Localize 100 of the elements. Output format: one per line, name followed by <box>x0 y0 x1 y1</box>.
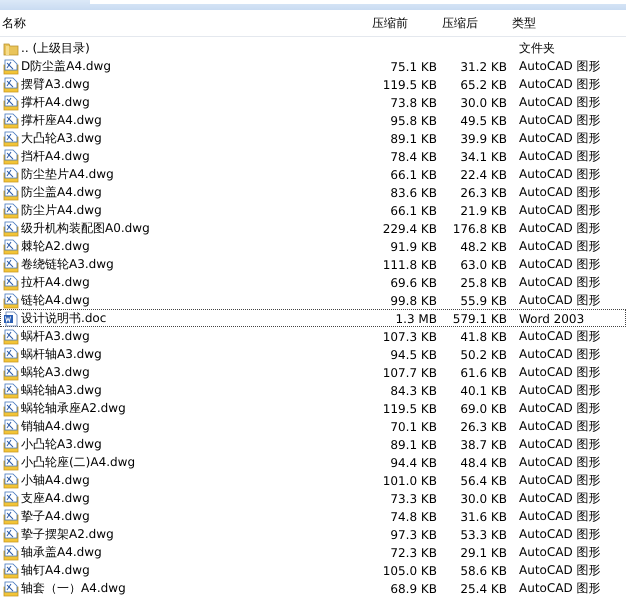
file-row[interactable]: 挚子A4.dwg 74.8 KB 31.6 KB AutoCAD 图形 <box>0 507 626 525</box>
file-row[interactable]: 小凸轮座(二)A4.dwg 94.4 KB 48.4 KB AutoCAD 图形 <box>0 453 626 471</box>
compressed-size: 26.3 KB <box>460 420 507 434</box>
drawing-file-icon <box>3 544 19 560</box>
drawing-file-icon <box>3 472 19 488</box>
original-size: 97.3 KB <box>390 528 437 542</box>
compressed-size: 30.0 KB <box>460 492 507 506</box>
file-type: AutoCAD 图形 <box>519 545 601 559</box>
compressed-size: 26.3 KB <box>460 186 507 200</box>
file-type: AutoCAD 图形 <box>519 581 601 595</box>
file-type: AutoCAD 图形 <box>519 437 601 451</box>
file-name: 小轴A4.dwg <box>21 472 90 489</box>
original-size: 1.3 MB <box>396 312 437 326</box>
file-name: 挡杆A4.dwg <box>21 148 90 165</box>
file-row[interactable]: 蜗轮轴A3.dwg 84.3 KB 40.1 KB AutoCAD 图形 <box>0 381 626 399</box>
file-name: 防尘盖A4.dwg <box>21 184 102 201</box>
file-row[interactable]: 蜗杆轴A3.dwg 94.5 KB 50.2 KB AutoCAD 图形 <box>0 345 626 363</box>
compressed-size: 579.1 KB <box>452 312 507 326</box>
compressed-size: 34.1 KB <box>460 150 507 164</box>
drawing-file-icon <box>3 130 19 146</box>
column-header[interactable]: 类型 <box>510 14 626 32</box>
original-size: 95.8 KB <box>390 114 437 128</box>
file-type: AutoCAD 图形 <box>519 239 601 253</box>
file-row[interactable]: 销轴A4.dwg 70.1 KB 26.3 KB AutoCAD 图形 <box>0 417 626 435</box>
file-type: AutoCAD 图形 <box>519 347 601 361</box>
file-type: AutoCAD 图形 <box>519 149 601 163</box>
file-type: AutoCAD 图形 <box>519 77 601 91</box>
compressed-size: 58.6 KB <box>460 564 507 578</box>
file-row[interactable]: 撑杆座A4.dwg 95.8 KB 49.5 KB AutoCAD 图形 <box>0 111 626 129</box>
file-row[interactable]: 拉杆A4.dwg 69.6 KB 25.8 KB AutoCAD 图形 <box>0 273 626 291</box>
file-row[interactable]: 撑杆A4.dwg 73.8 KB 30.0 KB AutoCAD 图形 <box>0 93 626 111</box>
original-size: 66.1 KB <box>390 168 437 182</box>
drawing-file-icon <box>3 382 19 398</box>
file-row[interactable]: 棘轮A2.dwg 91.9 KB 48.2 KB AutoCAD 图形 <box>0 237 626 255</box>
drawing-file-icon <box>3 94 19 110</box>
file-row[interactable]: 蜗轮A3.dwg 107.7 KB 61.6 KB AutoCAD 图形 <box>0 363 626 381</box>
file-type: AutoCAD 图形 <box>519 113 601 127</box>
column-header[interactable]: 压缩前 <box>370 14 440 32</box>
file-row[interactable]: 蜗杆A3.dwg 107.3 KB 41.8 KB AutoCAD 图形 <box>0 327 626 345</box>
file-type: Word 2003 <box>519 312 584 326</box>
drawing-file-icon <box>3 508 19 524</box>
file-row[interactable]: 挡杆A4.dwg 78.4 KB 34.1 KB AutoCAD 图形 <box>0 147 626 165</box>
file-type: AutoCAD 图形 <box>519 509 601 523</box>
original-size: 66.1 KB <box>390 204 437 218</box>
file-row[interactable]: 小轴A4.dwg 101.0 KB 56.4 KB AutoCAD 图形 <box>0 471 626 489</box>
file-type: AutoCAD 图形 <box>519 275 601 289</box>
file-row[interactable]: 大凸轮A3.dwg 89.1 KB 39.9 KB AutoCAD 图形 <box>0 129 626 147</box>
drawing-file-icon <box>3 328 19 344</box>
file-row[interactable]: 防尘片A4.dwg 66.1 KB 21.9 KB AutoCAD 图形 <box>0 201 626 219</box>
file-type: AutoCAD 图形 <box>519 131 601 145</box>
file-row[interactable]: 链轮A4.dwg 99.8 KB 55.9 KB AutoCAD 图形 <box>0 291 626 309</box>
document-icon <box>3 310 19 326</box>
drawing-file-icon <box>3 76 19 92</box>
drawing-file-icon <box>3 202 19 218</box>
file-row[interactable]: 轴承盖A4.dwg 72.3 KB 29.1 KB AutoCAD 图形 <box>0 543 626 561</box>
compressed-size: 176.8 KB <box>452 222 507 236</box>
compressed-size: 25.8 KB <box>460 276 507 290</box>
drawing-file-icon <box>3 292 19 308</box>
compressed-size: 48.2 KB <box>460 240 507 254</box>
file-row[interactable]: 摆臂A3.dwg 119.5 KB 65.2 KB AutoCAD 图形 <box>0 75 626 93</box>
file-type: AutoCAD 图形 <box>519 401 601 415</box>
file-name: 级升机构装配图A0.dwg <box>21 220 150 237</box>
file-row[interactable]: 轴套（一）A4.dwg 68.9 KB 25.4 KB AutoCAD 图形 <box>0 579 626 597</box>
file-row[interactable]: 防尘垫片A4.dwg 66.1 KB 22.4 KB AutoCAD 图形 <box>0 165 626 183</box>
drawing-file-icon <box>3 580 19 596</box>
original-size: 89.1 KB <box>390 132 437 146</box>
file-row[interactable]: 小凸轮A3.dwg 89.1 KB 38.7 KB AutoCAD 图形 <box>0 435 626 453</box>
file-row[interactable]: .. (上级目录) 文件夹 <box>0 39 626 57</box>
compressed-size: 61.6 KB <box>460 366 507 380</box>
file-type: AutoCAD 图形 <box>519 563 601 577</box>
file-row[interactable]: 挚子摆架A2.dwg 97.3 KB 53.3 KB AutoCAD 图形 <box>0 525 626 543</box>
original-size: 75.1 KB <box>390 60 437 74</box>
compressed-size: 63.0 KB <box>460 258 507 272</box>
drawing-file-icon <box>3 418 19 434</box>
column-header[interactable]: 压缩后 <box>440 14 510 32</box>
original-size: 84.3 KB <box>390 384 437 398</box>
drawing-file-icon <box>3 454 19 470</box>
file-row[interactable]: D防尘盖A4.dwg 75.1 KB 31.2 KB AutoCAD 图形 <box>0 57 626 75</box>
file-type: AutoCAD 图形 <box>519 293 601 307</box>
file-row[interactable]: 级升机构装配图A0.dwg 229.4 KB 176.8 KB AutoCAD 图形 <box>0 219 626 237</box>
compressed-size: 48.4 KB <box>460 456 507 470</box>
file-row[interactable]: 防尘盖A4.dwg 83.6 KB 26.3 KB AutoCAD 图形 <box>0 183 626 201</box>
compressed-size: 39.9 KB <box>460 132 507 146</box>
file-name: 摆臂A3.dwg <box>21 76 90 93</box>
file-row[interactable]: 设计说明书.doc 1.3 MB 579.1 KB Word 2003 <box>0 309 626 327</box>
file-type: AutoCAD 图形 <box>519 365 601 379</box>
drawing-file-icon <box>3 256 19 272</box>
drawing-file-icon <box>3 148 19 164</box>
original-size: 83.6 KB <box>390 186 437 200</box>
file-type: AutoCAD 图形 <box>519 221 601 235</box>
compressed-size: 41.8 KB <box>460 330 507 344</box>
file-name: 轴套（一）A4.dwg <box>21 580 126 597</box>
drawing-file-icon <box>3 490 19 506</box>
original-size: 119.5 KB <box>382 78 437 92</box>
file-row[interactable]: 蜗轮轴承座A2.dwg 119.5 KB 69.0 KB AutoCAD 图形 <box>0 399 626 417</box>
file-row[interactable]: 轴钉A4.dwg 105.0 KB 58.6 KB AutoCAD 图形 <box>0 561 626 579</box>
column-header[interactable]: 名称 <box>0 14 370 32</box>
file-row[interactable]: 支座A4.dwg 73.3 KB 30.0 KB AutoCAD 图形 <box>0 489 626 507</box>
original-size: 119.5 KB <box>382 402 437 416</box>
file-row[interactable]: 卷绕链轮A3.dwg 111.8 KB 63.0 KB AutoCAD 图形 <box>0 255 626 273</box>
